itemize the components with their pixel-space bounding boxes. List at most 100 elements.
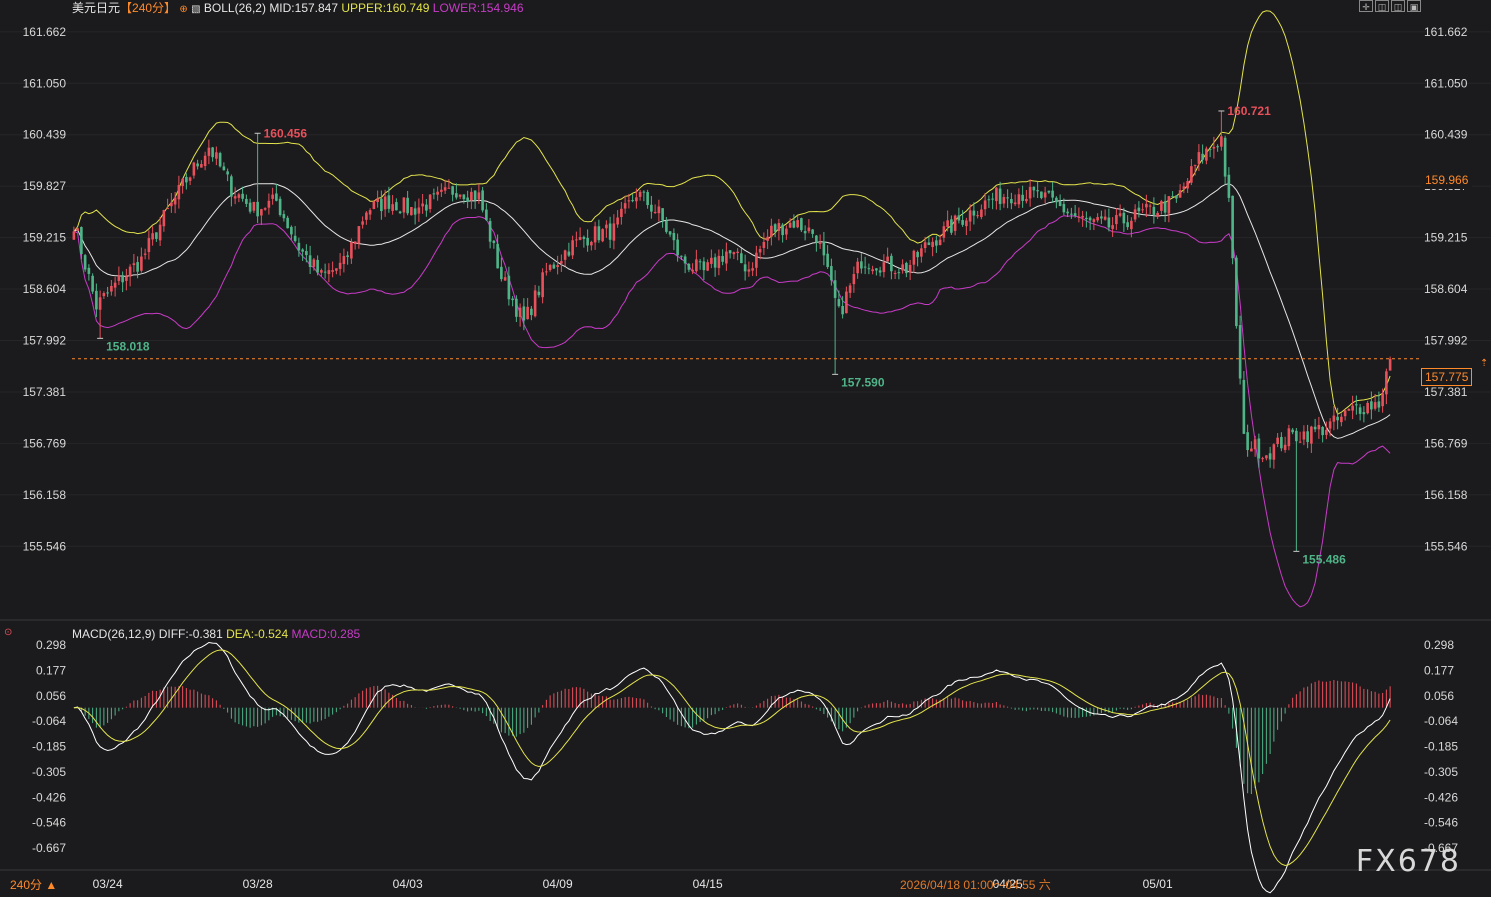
macd-y-tick-label: -0.426 <box>32 790 66 804</box>
candle-body <box>732 252 736 255</box>
candle-body <box>635 197 638 202</box>
candle-body <box>1343 410 1347 417</box>
candle-body <box>488 220 492 242</box>
candle-body <box>357 226 361 244</box>
candle-body <box>248 202 252 212</box>
candle-body <box>1347 409 1351 411</box>
candle-body <box>192 162 196 176</box>
macd-y-tick-label-right: -0.064 <box>1424 714 1458 728</box>
candle-body <box>803 231 807 234</box>
x-tick-label: 03/28 <box>243 877 273 891</box>
candle-body <box>627 200 631 202</box>
candle-body <box>1055 197 1058 203</box>
candle-body <box>897 272 901 274</box>
candle-body <box>1212 146 1216 149</box>
candle-body <box>695 259 698 272</box>
candle-body <box>113 282 117 288</box>
candle-body <box>807 227 811 232</box>
y-tick-label-right: 156.158 <box>1424 488 1468 502</box>
y-tick-label-right: 158.604 <box>1424 282 1468 296</box>
candle-body <box>1328 421 1332 429</box>
candle-body <box>1118 213 1122 216</box>
candle-body <box>1156 212 1159 217</box>
candle-body <box>578 237 582 240</box>
candle-body <box>323 271 327 273</box>
candle-body <box>1010 198 1013 204</box>
settings-icon[interactable]: ⊕ <box>179 4 187 15</box>
maximize-icon[interactable]: ▣ <box>1407 0 1421 12</box>
candle-body <box>203 155 207 167</box>
candle-body <box>387 195 391 209</box>
split-icon[interactable]: ◫ <box>1391 0 1405 12</box>
candle-body <box>481 190 484 211</box>
candle-body <box>391 204 394 211</box>
candle-body <box>710 257 713 264</box>
y-tick-label-right: 155.546 <box>1424 539 1468 553</box>
candle-body <box>935 240 938 246</box>
window-controls: ✛ ◫ ◫ ▣ <box>1359 0 1421 12</box>
macd-y-tick-label-right: 0.177 <box>1424 663 1454 677</box>
candle-body <box>1141 209 1144 211</box>
macd-settings-icon[interactable]: ⊙ <box>4 627 12 638</box>
candle-body <box>1340 416 1343 423</box>
candle-body <box>920 248 923 257</box>
candle-body <box>560 261 563 264</box>
candle-body <box>1238 325 1242 379</box>
candle-body <box>267 200 271 208</box>
candle-body <box>425 204 428 211</box>
y-tick-label: 157.992 <box>23 334 67 348</box>
candle-body <box>972 210 976 216</box>
y-tick-label: 159.215 <box>23 231 67 245</box>
candle-body <box>605 224 608 229</box>
candle-body <box>800 218 803 231</box>
crosshair-icon[interactable]: ✛ <box>1359 0 1373 12</box>
candle-body <box>102 293 106 297</box>
candle-body <box>1190 166 1193 183</box>
candle-body <box>1167 196 1171 214</box>
candle-body <box>837 299 841 307</box>
boll-lower-line <box>73 215 1391 608</box>
candle-body <box>361 221 364 225</box>
candle-body <box>968 210 972 222</box>
candle-body <box>923 242 927 249</box>
candle-body <box>950 219 953 233</box>
candle-body <box>1171 196 1174 198</box>
candle-body <box>485 209 488 221</box>
candle-body <box>331 270 334 272</box>
candle-body <box>1370 401 1373 410</box>
candle-body <box>72 231 76 240</box>
candle-body <box>1265 455 1268 459</box>
candle-body <box>1227 174 1231 198</box>
candle-body <box>1223 137 1227 177</box>
macd-header: MACD(26,12,9) DIFF:-0.381 DEA:-0.524 MAC… <box>72 627 360 641</box>
candle-body <box>256 201 259 217</box>
candle-body <box>713 257 717 268</box>
candle-body <box>747 269 751 272</box>
x-tick-label: 04/03 <box>393 877 423 891</box>
candle-body <box>1298 441 1302 443</box>
candle-body <box>1021 194 1024 201</box>
candle-body <box>1306 431 1309 443</box>
timeframe-selector[interactable]: 240分 ▲ <box>10 876 57 893</box>
candle-body <box>987 199 991 201</box>
chart-canvas[interactable]: 158.018 160.456 157.590 160.721 155.486 161.… <box>0 0 1491 897</box>
macd-y-tick-label: -0.546 <box>32 816 66 830</box>
y-tick-label: 157.381 <box>23 385 67 399</box>
candle-body <box>833 280 837 298</box>
candle-body <box>185 176 188 183</box>
restore-icon[interactable]: ◫ <box>1375 0 1389 12</box>
candle-body <box>1362 412 1366 415</box>
candle-body <box>1205 148 1208 161</box>
candle-body <box>740 253 743 264</box>
timeframe-label[interactable]: 【240分】 <box>120 1 176 15</box>
candle-body <box>338 262 342 269</box>
macd-dea: DEA:-0.524 <box>226 627 289 641</box>
candle-body <box>908 264 912 273</box>
candle-body <box>222 166 226 171</box>
candle-body <box>702 261 706 271</box>
candle-body <box>1133 209 1137 220</box>
cursor-time-label: 2026/04/18 01:00～04:55 六 <box>900 878 1051 892</box>
candle-body <box>1148 205 1152 207</box>
candle-body <box>1028 186 1032 199</box>
x-tick-label: 05/01 <box>1143 877 1173 891</box>
